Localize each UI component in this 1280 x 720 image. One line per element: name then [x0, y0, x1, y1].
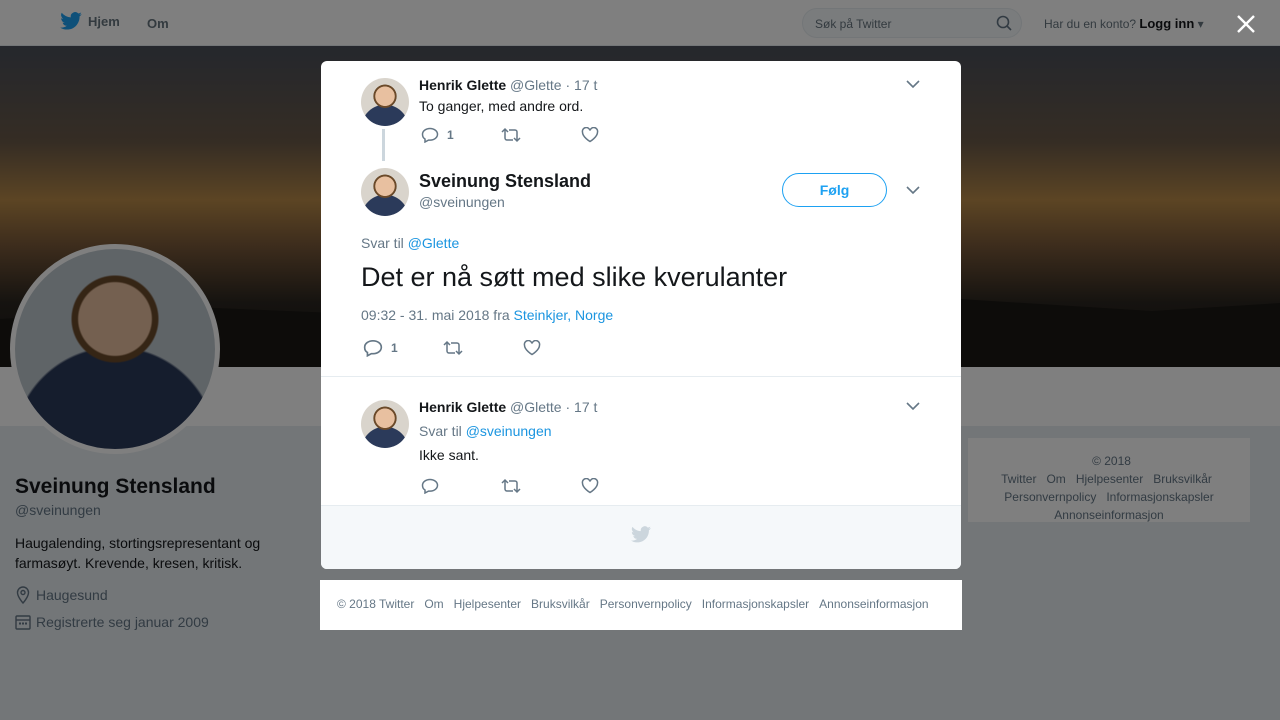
reply-to-link[interactable]: @Glette — [408, 235, 460, 251]
like-action[interactable] — [581, 478, 599, 494]
footer-link-privacy[interactable]: Personvernpolicy — [600, 597, 692, 611]
parent-tweet-header: Henrik Glette @Glette · 17 t — [419, 77, 597, 93]
retweet-icon — [501, 127, 521, 143]
close-icon[interactable] — [1234, 12, 1258, 36]
heart-icon — [581, 127, 599, 143]
chevron-down-icon[interactable] — [906, 401, 920, 411]
reply-action[interactable]: 1 — [421, 127, 501, 143]
reply-count: 1 — [447, 128, 454, 142]
reply-tweet-avatar[interactable] — [361, 400, 409, 448]
main-tweet-handle[interactable]: @sveinungen — [419, 194, 505, 210]
main-tweet-avatar[interactable] — [361, 168, 409, 216]
modal-footer — [321, 505, 961, 569]
reply-to-link[interactable]: @sveinungen — [466, 423, 552, 439]
heart-icon — [523, 340, 541, 356]
footer-link-cookies[interactable]: Informasjonskapsler — [702, 597, 809, 611]
parent-tweet-actions: 1 — [421, 127, 599, 143]
main-tweet-name[interactable]: Sveinung Stensland — [419, 171, 591, 192]
main-tweet-text: Det er nå søtt med slike kverulanter — [361, 262, 788, 292]
reply-tweet-time[interactable]: · 17 t — [566, 399, 598, 415]
reply-icon — [421, 127, 439, 143]
timestamp-text: 09:32 - 31. mai 2018 fra — [361, 307, 510, 323]
retweet-action[interactable] — [501, 478, 581, 494]
parent-tweet-handle[interactable]: @Glette — [510, 77, 562, 93]
parent-tweet-name[interactable]: Henrik Glette — [419, 77, 506, 93]
footer-link-terms[interactable]: Bruksvilkår — [531, 597, 590, 611]
tweet-modal: Henrik Glette @Glette · 17 t To ganger, … — [321, 61, 961, 569]
reply-tweet-actions — [421, 478, 599, 494]
thread-connector — [382, 129, 385, 161]
like-action[interactable] — [581, 127, 599, 143]
reply-icon — [421, 478, 439, 494]
main-reply-context: Svar til @Glette — [361, 235, 459, 251]
reply-icon — [363, 339, 383, 357]
tweet-divider — [321, 376, 961, 377]
reply-tweet-header: Henrik Glette @Glette · 17 t — [419, 399, 597, 415]
retweet-icon — [501, 478, 521, 494]
reply-action[interactable]: 1 — [363, 339, 443, 357]
parent-tweet-text: To ganger, med andre ord. — [419, 98, 584, 114]
footer-copyright: © 2018 Twitter — [337, 597, 415, 611]
retweet-action[interactable] — [443, 340, 523, 356]
chevron-down-icon[interactable] — [906, 79, 920, 89]
reply-tweet-text: Ikke sant. — [419, 447, 479, 463]
reply-prefix: Svar til — [361, 235, 404, 251]
footer-link-ads[interactable]: Annonseinformasjon — [819, 597, 928, 611]
tweet-location-link[interactable]: Steinkjer, Norge — [514, 307, 614, 323]
reply-tweet-context: Svar til @sveinungen — [419, 423, 552, 439]
reply-action[interactable] — [421, 478, 501, 494]
chevron-down-icon[interactable] — [906, 185, 920, 195]
twitter-bird-icon — [631, 526, 651, 543]
retweet-icon — [443, 340, 463, 356]
bottom-footer: © 2018 Twitter Om Hjelpesenter Bruksvilkår P… — [320, 580, 962, 630]
footer-link-about[interactable]: Om — [424, 597, 443, 611]
main-tweet-timestamp: 09:32 - 31. mai 2018 fra Steinkjer, Norg… — [361, 307, 613, 323]
main-tweet-actions: 1 — [363, 339, 541, 357]
reply-count: 1 — [391, 341, 398, 355]
reply-tweet-name[interactable]: Henrik Glette — [419, 399, 506, 415]
parent-tweet-time[interactable]: · 17 t — [566, 77, 598, 93]
like-action[interactable] — [523, 340, 541, 356]
retweet-action[interactable] — [501, 127, 581, 143]
reply-prefix: Svar til — [419, 423, 462, 439]
footer-link-help[interactable]: Hjelpesenter — [454, 597, 521, 611]
follow-button[interactable]: Følg — [782, 173, 887, 207]
parent-tweet-avatar[interactable] — [361, 78, 409, 126]
reply-tweet-handle[interactable]: @Glette — [510, 399, 562, 415]
heart-icon — [581, 478, 599, 494]
